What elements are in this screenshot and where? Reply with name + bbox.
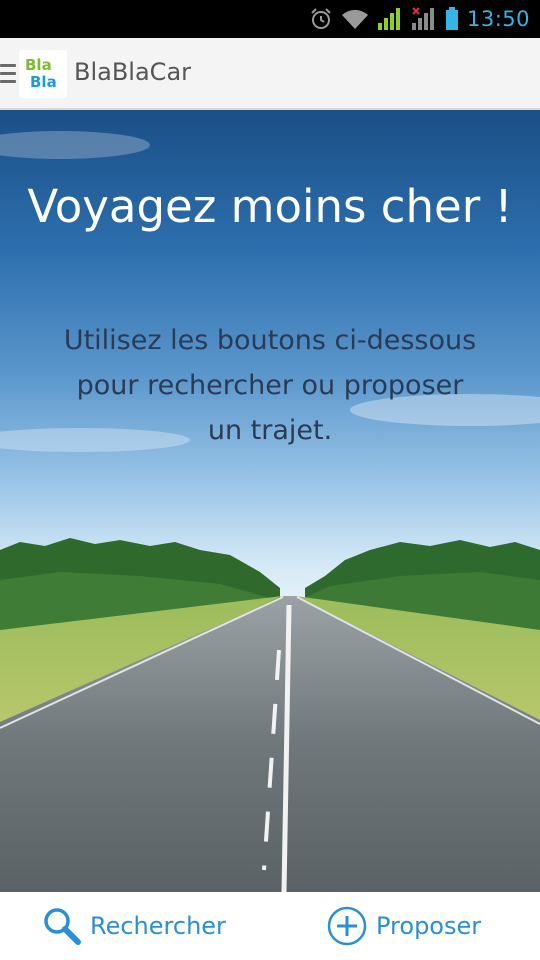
hero-background: Voyagez moins cher ! Utilisez les bouton…	[0, 110, 540, 892]
search-button[interactable]: Rechercher	[42, 892, 226, 960]
logo-text-bottom: Bla	[30, 73, 57, 91]
logo-text-top: Bla	[25, 56, 52, 74]
bottom-bar: Rechercher Proposer	[0, 892, 540, 960]
search-icon	[44, 908, 81, 945]
status-time: 13:50	[466, 7, 530, 31]
action-bar: Bla Bla BlaBlaCar	[0, 38, 540, 110]
menu-icon[interactable]	[0, 64, 16, 84]
app-logo[interactable]: Bla Bla	[19, 50, 67, 98]
status-icons: 13:50	[309, 4, 530, 34]
status-bar: 13:50	[0, 0, 540, 38]
wifi-icon	[341, 9, 368, 29]
hero-subtitle: Utilisez les boutons ci-dessous pour rec…	[63, 325, 477, 446]
hero-title: Voyagez moins cher !	[27, 180, 513, 233]
battery-icon	[445, 7, 458, 30]
propose-button-label: Proposer	[376, 912, 482, 940]
signal-icon	[377, 8, 400, 30]
search-button-label: Rechercher	[90, 912, 226, 940]
signal-no-sim-icon	[411, 7, 434, 30]
alarm-icon	[311, 8, 331, 29]
propose-button[interactable]: Proposer	[326, 892, 481, 960]
app-title: BlaBlaCar	[74, 58, 192, 86]
plus-circle-icon	[327, 906, 367, 946]
